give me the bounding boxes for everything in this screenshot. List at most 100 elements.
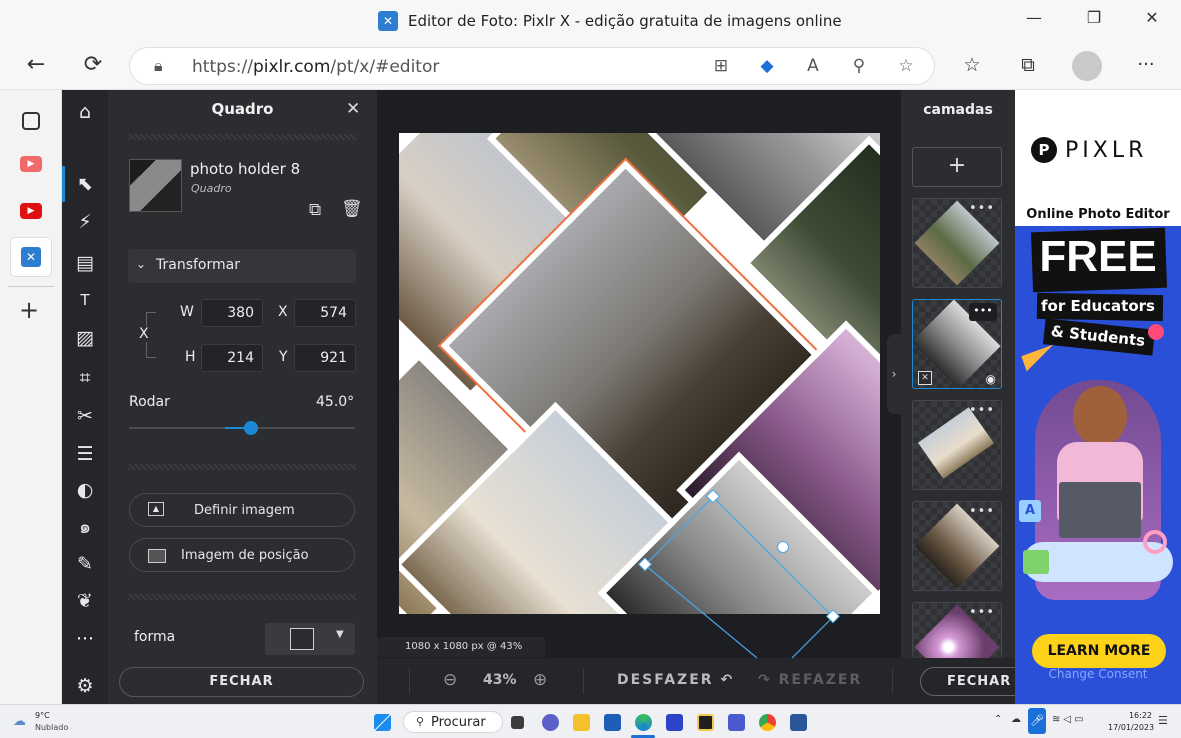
layer-thumbnail-selected[interactable]: ••• ✕ ◉ xyxy=(912,299,1002,389)
width-input[interactable]: 380 xyxy=(201,299,263,327)
change-consent-link[interactable]: Change Consent xyxy=(1015,667,1181,681)
sidebar-divider xyxy=(8,286,54,287)
maximize-icon[interactable]: ❐ xyxy=(1082,8,1106,27)
advertisement-banner[interactable]: P PIXLR Online Photo Editor FREE for Edu… xyxy=(1015,90,1181,704)
tray-overflow-icon[interactable]: ⌃ xyxy=(994,714,1002,725)
liquify-tool-icon[interactable]: ๑ xyxy=(71,513,99,541)
transform-section-header[interactable]: ⌄ Transformar xyxy=(128,249,356,283)
trash-icon[interactable]: 🗑︎ xyxy=(341,199,363,219)
onedrive-icon[interactable]: ☁ xyxy=(1011,714,1021,725)
close-editor-button[interactable]: FECHAR xyxy=(920,667,1030,696)
crop-tool-icon[interactable]: ⌗ xyxy=(71,364,99,392)
read-aloud-icon[interactable]: A xyxy=(802,56,824,76)
filter-tool-icon[interactable]: ◐ xyxy=(71,476,99,504)
edge-browser-icon[interactable] xyxy=(635,714,652,731)
task-view-icon[interactable] xyxy=(511,716,524,729)
notifications-icon[interactable]: ☰ xyxy=(1158,714,1168,727)
more-tools-icon[interactable]: ··· xyxy=(71,625,99,653)
youtube-music-tab-icon[interactable]: ▶ xyxy=(20,156,42,172)
refresh-icon[interactable]: ⟳ xyxy=(79,52,107,78)
visibility-eye-icon[interactable]: ◉ xyxy=(986,372,996,386)
favorites-icon[interactable]: ☆ xyxy=(958,52,986,78)
set-image-button[interactable]: ▲ Definir imagem xyxy=(129,493,355,527)
layer-more-icon[interactable]: ••• xyxy=(969,303,997,321)
store-icon[interactable] xyxy=(604,714,621,731)
layer-thumbnail[interactable]: ••• xyxy=(912,602,1002,658)
microphone-icon[interactable]: 🎤︎ xyxy=(1028,708,1046,734)
close-panel-button[interactable]: FECHAR xyxy=(119,667,364,697)
pixlr-tab-icon: ✕ xyxy=(21,247,41,267)
rotate-slider-handle[interactable] xyxy=(244,421,258,435)
collapse-layers-icon[interactable]: › xyxy=(887,334,901,414)
text-tool-icon[interactable]: T xyxy=(71,286,99,314)
layer-thumbnail[interactable]: ••• xyxy=(912,198,1002,288)
word-icon[interactable] xyxy=(790,714,807,731)
x-input[interactable]: 574 xyxy=(294,299,356,327)
url-domain: pixlr.com xyxy=(252,57,331,77)
ad-cta-button[interactable]: LEARN MORE xyxy=(1032,634,1166,668)
zoom-out-icon[interactable]: ⚲ xyxy=(848,56,870,76)
teams-icon[interactable] xyxy=(728,714,745,731)
transform-label: Transformar xyxy=(156,257,240,273)
duplicate-icon[interactable]: ⧉ xyxy=(309,200,321,220)
link-dimensions-icon[interactable]: X xyxy=(139,326,149,342)
app-icon[interactable] xyxy=(697,714,714,731)
taskbar-search[interactable]: ⚲ Procurar xyxy=(403,711,503,733)
auto-fix-icon[interactable]: ⚡︎ xyxy=(71,208,99,236)
cutout-tool-icon[interactable]: ✂ xyxy=(71,402,99,430)
position-image-button[interactable]: Imagem de posição xyxy=(129,538,355,572)
add-favorite-icon[interactable]: ☆ xyxy=(895,56,917,76)
chat-icon[interactable] xyxy=(542,714,559,731)
file-explorer-icon[interactable] xyxy=(573,714,590,731)
tab-actions-icon[interactable] xyxy=(22,112,40,130)
profile-avatar[interactable] xyxy=(1072,51,1102,81)
redo-button[interactable]: ↷ REFAZER xyxy=(758,672,862,688)
set-image-label: Definir imagem xyxy=(194,503,295,518)
y-input[interactable]: 921 xyxy=(294,344,356,372)
layer-thumbnail[interactable]: ••• xyxy=(912,501,1002,591)
pixlr-tab[interactable]: ✕ xyxy=(10,237,52,277)
pattern-tool-icon[interactable]: ▨ xyxy=(71,324,99,352)
rotate-slider-track[interactable] xyxy=(129,421,355,435)
weather-cloud-icon[interactable]: ☁ xyxy=(13,714,26,729)
app-icon[interactable] xyxy=(666,714,683,731)
lock-icon: 🔒︎ xyxy=(154,56,163,75)
selection-handles[interactable] xyxy=(637,490,857,658)
youtube-tab-icon[interactable]: ▶ xyxy=(20,203,42,219)
zoom-out-icon[interactable]: ⊖ xyxy=(443,670,457,690)
layer-more-icon[interactable]: ••• xyxy=(969,504,995,519)
start-windows-icon[interactable] xyxy=(374,714,391,731)
collections-icon[interactable]: ⧉ xyxy=(1014,52,1042,78)
close-panel-icon[interactable]: ✕ xyxy=(346,99,360,119)
add-tab-icon[interactable]: + xyxy=(19,296,39,324)
close-window-icon[interactable]: ✕ xyxy=(1140,8,1164,27)
divider xyxy=(583,668,584,694)
undo-label: DESFAZER xyxy=(617,672,714,688)
layer-more-icon[interactable]: ••• xyxy=(969,403,995,418)
address-bar[interactable]: 🔒︎ https://pixlr.com/pt/x/#editor ⊞ ◆ A … xyxy=(129,47,935,85)
layout-tool-icon[interactable]: ▤ xyxy=(71,249,99,277)
layer-thumbnail[interactable]: ••• xyxy=(912,400,1002,490)
more-menu-icon[interactable]: ··· xyxy=(1132,52,1160,78)
coupon-tag-icon[interactable]: ◆ xyxy=(756,56,778,76)
network-volume-battery-icons[interactable]: ≋◁▭ xyxy=(1052,714,1087,725)
add-layer-button[interactable]: + xyxy=(912,147,1002,187)
zoom-in-icon[interactable]: ⊕ xyxy=(533,670,547,690)
layer-more-icon[interactable]: ••• xyxy=(969,201,995,216)
brush-tool-icon[interactable]: ❦ xyxy=(71,587,99,615)
chrome-icon[interactable] xyxy=(759,714,776,731)
settings-gear-icon[interactable]: ⚙ xyxy=(71,672,99,700)
undo-button[interactable]: DESFAZER ↶ xyxy=(617,672,734,688)
shape-dropdown[interactable]: ▼ xyxy=(265,623,355,655)
layer-more-icon[interactable]: ••• xyxy=(969,605,995,620)
retouch-tool-icon[interactable]: ✎ xyxy=(71,550,99,578)
zoom-level[interactable]: 43% xyxy=(483,672,517,688)
app-install-icon[interactable]: ⊞ xyxy=(710,56,732,76)
adjust-tool-icon[interactable]: ☰ xyxy=(71,440,99,468)
back-arrow-icon[interactable]: ← xyxy=(22,52,50,78)
minimize-icon[interactable]: — xyxy=(1022,8,1046,27)
arrange-tool-icon[interactable]: ⬉ xyxy=(71,170,99,198)
height-input[interactable]: 214 xyxy=(201,344,263,372)
home-icon[interactable]: ⌂ xyxy=(71,98,99,126)
frame-properties-panel: Quadro ✕ photo holder 8 Quadro ⧉ 🗑︎ ⌄ Tr… xyxy=(108,90,377,704)
